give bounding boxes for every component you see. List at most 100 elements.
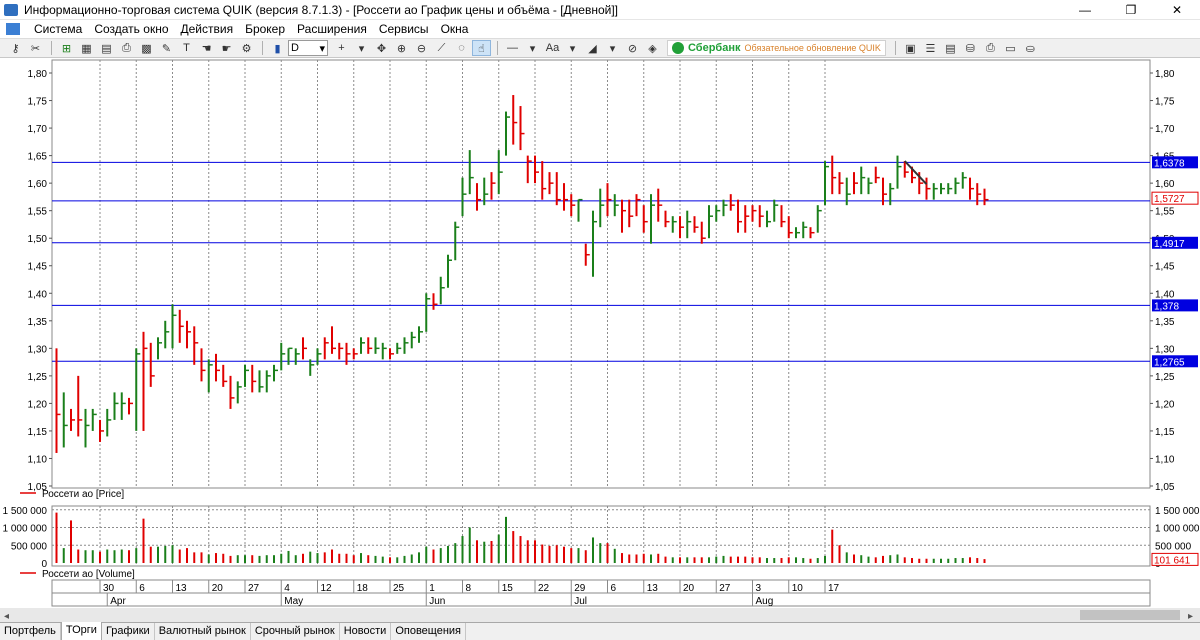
tab-news[interactable]: Новости (340, 623, 392, 640)
price-tick-label-right: 1,60 (1155, 179, 1175, 190)
key-icon[interactable]: ⚷ (6, 40, 25, 56)
lasso-icon[interactable]: ◌ (452, 40, 471, 56)
chevron-down-icon[interactable]: ▾ (603, 40, 622, 56)
x-day-label: 13 (176, 583, 188, 594)
price-tick-label-left: 1,80 (28, 69, 48, 80)
price-tick-label-right: 1,15 (1155, 427, 1175, 438)
print-icon[interactable]: ⎙ (117, 40, 136, 56)
price-tick-label-left: 1,75 (28, 97, 48, 108)
grid-icon[interactable]: ▩ (137, 40, 156, 56)
price-tick-label-left: 1,55 (28, 207, 48, 218)
tab-portfolio[interactable]: Портфель (0, 623, 61, 640)
x-month-label: Apr (110, 596, 126, 607)
x-month-label: Jul (574, 596, 587, 607)
broker-name: Сбербанк (688, 42, 741, 54)
minimize-button[interactable]: — (1062, 0, 1108, 20)
layers-icon[interactable]: ◈ (643, 40, 662, 56)
menu-services[interactable]: Сервисы (373, 20, 435, 38)
price-tick-label-right: 1,40 (1155, 289, 1175, 300)
level-label: 1,4917 (1154, 239, 1185, 250)
volume-tick-label-left: 500 000 (11, 541, 48, 552)
sberbank-logo-icon (672, 42, 684, 54)
pointer-icon[interactable]: ☛ (217, 40, 236, 56)
price-tick-label-left: 1,70 (28, 124, 48, 135)
list-icon[interactable]: ☰ (921, 40, 940, 56)
volume-tick-label-right: 1 000 000 (1155, 524, 1200, 535)
price-volume-chart[interactable]: 1,05 1,051,10 1,101,15 1,151,20 1,201,25 1,25… (0, 58, 1200, 622)
horizontal-scrollbar[interactable] (0, 608, 1200, 622)
last-price-label: 1,5727 (1154, 194, 1185, 205)
ruler-icon[interactable]: ⟋ (432, 40, 451, 56)
menu-actions[interactable]: Действия (175, 20, 240, 38)
hand-select-icon[interactable]: ☝ (472, 40, 491, 56)
line-tool-icon[interactable]: — (503, 40, 522, 56)
text-style-icon[interactable]: Aa (543, 40, 562, 56)
scroll-right-icon[interactable]: ▸ (1188, 611, 1193, 622)
portfolio-icon[interactable]: ▭ (1001, 40, 1020, 56)
chevron-down-icon[interactable]: ▾ (523, 40, 542, 56)
x-month-label: Jun (429, 596, 445, 607)
monitor-icon[interactable]: ▣ (901, 40, 920, 56)
title-bar: Информационно-торговая система QUIK (вер… (0, 0, 1200, 20)
chevron-down-icon[interactable]: ▾ (352, 40, 371, 56)
zoom-out-icon[interactable]: ⊖ (412, 40, 431, 56)
restore-button[interactable]: ❐ (1108, 0, 1154, 20)
tab-alerts[interactable]: Оповещения (391, 623, 467, 640)
price-tick-label-right: 1,45 (1155, 262, 1175, 273)
scroll-left-icon[interactable]: ◂ (4, 611, 9, 622)
window-list-icon[interactable]: ▤ (97, 40, 116, 56)
price-tick-label-right: 1,70 (1155, 124, 1175, 135)
menu-system[interactable]: Система (28, 20, 88, 38)
hide-icon[interactable]: ⊘ (623, 40, 642, 56)
toolbar-separator (262, 41, 263, 55)
chart-window-icon[interactable] (6, 23, 20, 35)
x-month-label: May (284, 596, 303, 607)
chevron-down-icon[interactable]: ▾ (563, 40, 582, 56)
menu-create-window[interactable]: Создать окно (88, 20, 174, 38)
chart-area[interactable]: 1,05 1,05 1,10 1,10 1,15 1,15 1,20 1,20 1,25 1,25… (0, 58, 1200, 622)
tab-charts[interactable]: Графики (102, 623, 155, 640)
hand-icon[interactable]: ☚ (197, 40, 216, 56)
menu-windows[interactable]: Окна (435, 20, 475, 38)
chevron-down-icon: ▾ (319, 42, 325, 55)
x-day-label: 3 (756, 583, 762, 594)
broker-banner[interactable]: Сбербанк Обязательное обновление QUIK (667, 40, 886, 56)
move-icon[interactable]: ✥ (372, 40, 391, 56)
printer-icon[interactable]: ⎙ (981, 40, 1000, 56)
new-window-icon[interactable]: ⊞ (57, 40, 76, 56)
level-label: 1,2765 (1154, 357, 1185, 368)
x-day-label: 12 (321, 583, 333, 594)
price-tick-label-left: 1,25 (28, 372, 48, 383)
disconnect-icon[interactable]: ✂ (26, 40, 45, 56)
app-icon (4, 3, 18, 16)
x-day-label: 8 (466, 583, 472, 594)
interval-value: D (291, 42, 299, 54)
table-icon[interactable]: ▦ (77, 40, 96, 56)
tab-derivatives[interactable]: Срочный рынок (251, 623, 340, 640)
last-volume-label: 101 641 (1154, 555, 1191, 566)
tab-trading[interactable]: ТОрги (60, 622, 102, 640)
level-label: 1,6378 (1154, 158, 1185, 169)
scrollbar-thumb[interactable] (1080, 610, 1180, 620)
toolbar-separator (497, 41, 498, 55)
report-icon[interactable]: ▤ (941, 40, 960, 56)
text-tool-icon[interactable]: T (177, 40, 196, 56)
menu-extensions[interactable]: Расширения (291, 20, 373, 38)
coins-icon[interactable]: ⛁ (961, 40, 980, 56)
close-button[interactable]: ✕ (1154, 0, 1200, 20)
edit-icon[interactable]: ✎ (157, 40, 176, 56)
money-icon[interactable]: ⛀ (1021, 40, 1040, 56)
settings-icon[interactable]: ⚙ (237, 40, 256, 56)
price-tick-label-right: 1,20 (1155, 399, 1175, 410)
zoom-in-icon[interactable]: ⊕ (392, 40, 411, 56)
x-day-label: 20 (212, 583, 224, 594)
tab-fx-market[interactable]: Валютный рынок (155, 623, 251, 640)
interval-select[interactable]: D ▾ (288, 40, 328, 56)
x-day-label: 25 (393, 583, 405, 594)
price-tick-label-left: 1,20 (28, 399, 48, 410)
fill-icon[interactable]: ◢ (583, 40, 602, 56)
menu-broker[interactable]: Брокер (239, 20, 291, 38)
bar-chart-icon[interactable]: ▮ (268, 40, 287, 56)
crosshair-icon[interactable]: + (332, 40, 351, 56)
toolbar-separator (51, 41, 52, 55)
